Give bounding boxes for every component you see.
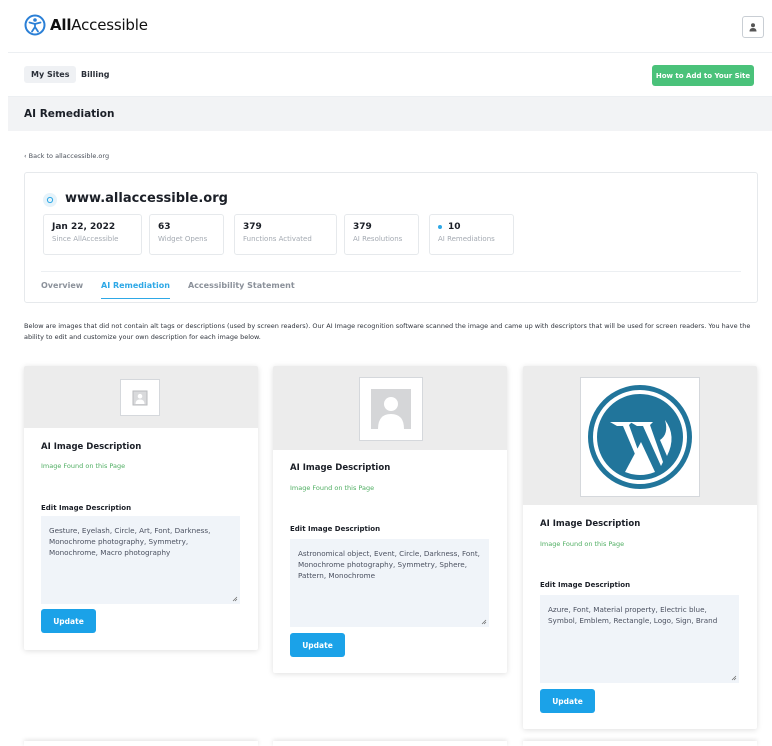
stat-widget-opens: 63 Widget Opens <box>149 214 224 255</box>
tab-overview[interactable]: Overview <box>41 281 83 298</box>
description-textarea[interactable]: Gesture, Eyelash, Circle, Art, Font, Dar… <box>41 516 240 604</box>
wordpress-logo-image <box>580 377 700 497</box>
allaccessible-logo[interactable]: AllAccessible <box>24 14 148 36</box>
page-title-bar: AI Remediation <box>8 97 772 131</box>
stat-value: 10 <box>438 222 513 232</box>
card-title: AI Image Description <box>41 442 142 452</box>
site-globe-icon <box>43 193 57 207</box>
stat-label: Functions Activated <box>243 235 312 243</box>
tab-ai-remediation[interactable]: AI Remediation <box>101 281 170 299</box>
stat-label: Since AllAccessible <box>52 235 119 243</box>
site-url: www.allaccessible.org <box>65 191 228 206</box>
stat-value: 63 <box>158 222 171 232</box>
description-textarea[interactable]: Azure, Font, Material property, Electric… <box>540 595 739 683</box>
page-title: AI Remediation <box>24 108 115 120</box>
back-link[interactable]: ‹ Back to allaccessible.org <box>24 152 109 160</box>
site-tabs: Overview AI Remediation Accessibility St… <box>41 271 741 304</box>
stat-functions-activated: 379 Functions Activated <box>234 214 337 255</box>
nav-billing[interactable]: Billing <box>74 66 117 83</box>
next-image-card-edge <box>273 741 507 746</box>
accessibility-icon <box>24 14 46 36</box>
edit-description-label: Edit Image Description <box>540 581 631 589</box>
stat-value: Jan 22, 2022 <box>52 222 116 232</box>
edit-description-label: Edit Image Description <box>41 504 132 512</box>
stat-ai-remediations: 10 AI Remediations <box>429 214 514 255</box>
update-button[interactable]: Update <box>540 689 595 713</box>
nav-my-sites[interactable]: My Sites <box>24 66 77 83</box>
stat-value: 379 <box>243 222 262 232</box>
stat-ai-resolutions: 379 AI Resolutions <box>344 214 419 255</box>
stat-since: Jan 22, 2022 Since AllAccessible <box>43 214 142 255</box>
site-summary-card: www.allaccessible.org Jan 22, 2022 Since… <box>24 172 758 303</box>
card-title: AI Image Description <box>290 463 391 473</box>
image-found-link[interactable]: Image Found on this Page <box>41 462 125 470</box>
status-dot-icon <box>438 225 442 229</box>
next-image-card-edge <box>523 741 757 746</box>
user-icon <box>749 23 757 32</box>
image-preview <box>523 366 757 505</box>
image-card: AI Image Description Image Found on this… <box>523 366 757 729</box>
stat-label: AI Resolutions <box>353 235 403 243</box>
image-found-link[interactable]: Image Found on this Page <box>290 484 374 492</box>
image-preview <box>273 366 507 450</box>
card-title: AI Image Description <box>540 519 641 529</box>
how-to-add-button[interactable]: How to Add to Your Site <box>652 65 754 86</box>
image-card: AI Image Description Image Found on this… <box>24 366 258 650</box>
main-nav: My Sites Billing How to Add to Your Site <box>8 53 772 97</box>
resize-handle-icon[interactable] <box>232 596 238 602</box>
user-silhouette-image <box>359 377 423 441</box>
image-card: AI Image Description Image Found on this… <box>273 366 507 673</box>
intro-text: Below are images that did not contain al… <box>24 322 751 341</box>
brand-name: AllAccessible <box>50 16 148 34</box>
image-found-link[interactable]: Image Found on this Page <box>540 540 624 548</box>
resize-handle-icon[interactable] <box>731 675 737 681</box>
update-button[interactable]: Update <box>290 633 345 657</box>
stat-label: AI Remediations <box>438 235 495 243</box>
edit-description-label: Edit Image Description <box>290 525 381 533</box>
image-preview <box>24 366 258 428</box>
next-image-card-edge <box>24 741 258 746</box>
top-bar: AllAccessible <box>8 0 772 53</box>
placeholder-image-icon <box>120 379 160 416</box>
tab-accessibility-statement[interactable]: Accessibility Statement <box>188 281 295 298</box>
stat-value: 379 <box>353 222 372 232</box>
stat-label: Widget Opens <box>158 235 208 243</box>
resize-handle-icon[interactable] <box>481 619 487 625</box>
description-textarea[interactable]: Astronomical object, Event, Circle, Dark… <box>290 539 489 627</box>
update-button[interactable]: Update <box>41 609 96 633</box>
user-menu-button[interactable] <box>742 16 764 38</box>
